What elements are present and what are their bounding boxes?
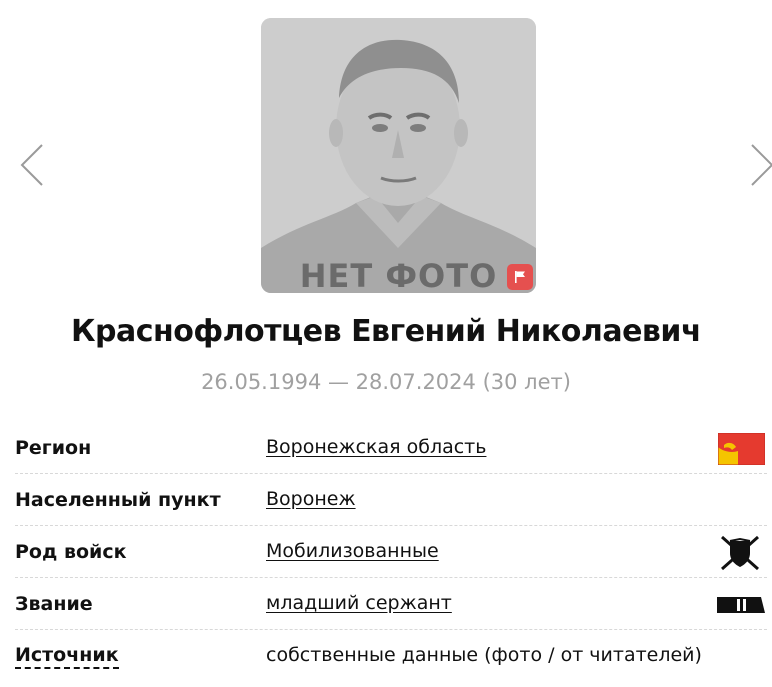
next-photo-button[interactable] xyxy=(750,143,772,187)
info-row-troops: Род войск Мобилизованные xyxy=(15,526,767,578)
city-label: Населенный пункт xyxy=(15,489,221,511)
region-flag-icon xyxy=(718,433,765,465)
flag-icon xyxy=(515,271,525,283)
rank-label: Звание xyxy=(15,593,93,615)
rank-link[interactable]: младший сержант xyxy=(266,590,452,616)
source-label[interactable]: Источник xyxy=(15,643,119,669)
region-link[interactable]: Воронежская область xyxy=(266,434,486,460)
city-link[interactable]: Воронеж xyxy=(266,486,356,512)
troops-link[interactable]: Мобилизованные xyxy=(266,538,439,564)
chevron-left-icon xyxy=(20,144,43,186)
life-dates: 26.05.1994 — 28.07.2024 (30 лет) xyxy=(201,370,571,394)
region-label: Регион xyxy=(15,437,92,459)
shield-swords-icon xyxy=(721,535,759,571)
rank-insignia-icon xyxy=(717,597,765,613)
report-flag-button[interactable] xyxy=(507,264,533,290)
source-value: собственные данные (фото / от читателей) xyxy=(266,644,702,666)
no-photo-label: НЕТ ФОТО xyxy=(299,257,498,293)
info-row-region: Регион Воронежская область xyxy=(15,422,767,474)
chevron-right-icon xyxy=(751,144,772,186)
info-table: Регион Воронежская область Населенный пу… xyxy=(15,422,767,682)
info-row-source: Источник собственные данные (фото / от ч… xyxy=(15,630,767,682)
info-row-rank: Звание младший сержант xyxy=(15,578,767,630)
troops-label: Род войск xyxy=(15,541,127,563)
prev-photo-button[interactable] xyxy=(20,143,44,187)
profile-photo-placeholder: НЕТ ФОТО xyxy=(261,18,536,293)
person-name: Краснофлотцев Евгений Николаевич xyxy=(70,314,702,349)
portrait-silhouette-image xyxy=(261,18,536,293)
info-row-city: Населенный пункт Воронеж xyxy=(15,474,767,526)
